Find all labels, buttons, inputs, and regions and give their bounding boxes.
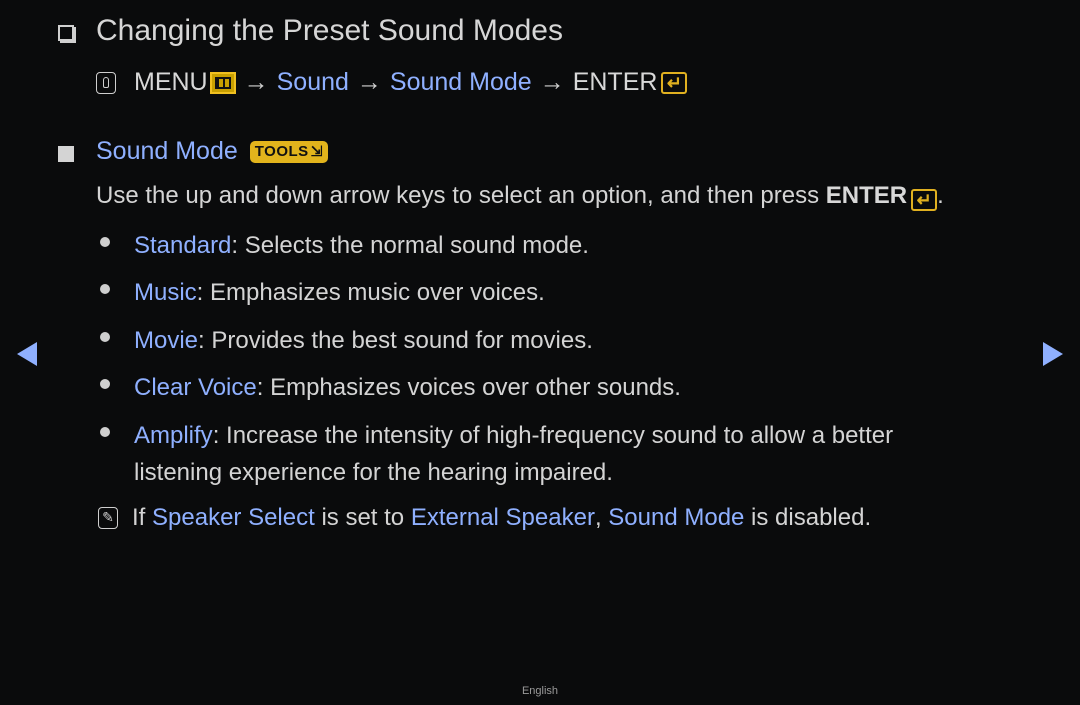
menu-icon <box>209 71 236 94</box>
section-title: Sound Mode <box>96 137 238 165</box>
option-name[interactable]: Movie <box>134 327 198 354</box>
bullet-icon <box>100 427 110 437</box>
note-if: If <box>132 504 153 531</box>
note: ✎ If Speaker Select is set to External S… <box>98 504 871 532</box>
option-item: Music: Emphasizes music over voices. <box>100 274 980 311</box>
path-sound-link[interactable]: Sound <box>277 68 349 97</box>
speaker-select-link[interactable]: Speaker Select <box>152 504 315 532</box>
option-desc: : Selects the normal sound mode. <box>231 232 589 259</box>
note-comma: , <box>594 504 609 531</box>
path-sound-mode-link[interactable]: Sound Mode <box>390 68 532 97</box>
bullet-icon <box>100 379 110 389</box>
bullet-icon <box>100 332 110 342</box>
enter-label: ENTER <box>572 68 658 96</box>
external-speaker-link[interactable]: External Speaker <box>411 504 595 532</box>
arrow-1: → <box>243 68 269 96</box>
enter-icon: ↵ <box>661 71 688 94</box>
language-label: English <box>521 685 559 697</box>
section-square-icon <box>58 146 74 162</box>
option-item: Amplify: Increase the intensity of high-… <box>100 417 950 491</box>
instruction-enter: ENTER <box>825 182 908 209</box>
sound-mode-link[interactable]: Sound Mode <box>608 504 744 532</box>
arrow-3: → <box>539 68 565 96</box>
instruction-body: Use the up and down arrow keys to select… <box>96 182 826 209</box>
previous-page-arrow-icon[interactable] <box>17 342 37 366</box>
option-item: Standard: Selects the normal sound mode. <box>100 227 980 264</box>
next-page-arrow-icon[interactable] <box>1043 342 1063 366</box>
menu-path: MENU → Sound → Sound Mode → ENTER ↵ <box>96 68 688 97</box>
option-item: Movie: Provides the best sound for movie… <box>100 322 980 359</box>
title-checkbox-icon <box>58 25 74 41</box>
instruction-text: Use the up and down arrow keys to select… <box>96 182 944 211</box>
option-item: Clear Voice: Emphasizes voices over othe… <box>100 369 980 406</box>
bullet-icon <box>100 284 110 294</box>
note-disabled: is disabled. <box>744 504 872 531</box>
option-name[interactable]: Music <box>134 279 197 306</box>
arrow-2: → <box>356 68 382 96</box>
menu-label: MENU <box>134 68 208 96</box>
option-desc: : Emphasizes voices over other sounds. <box>256 374 681 401</box>
hand-icon <box>96 71 116 94</box>
enter-icon: ↵ <box>911 189 938 211</box>
note-is-set-to: is set to <box>314 504 411 531</box>
section-heading: Sound Mode TOOLS ⇲ <box>96 137 328 166</box>
instruction-end: . <box>937 182 944 209</box>
bullet-icon <box>100 237 110 247</box>
option-name[interactable]: Amplify <box>134 422 213 449</box>
option-name[interactable]: Clear Voice <box>134 374 257 401</box>
option-desc: : Provides the best sound for movies. <box>198 327 593 354</box>
tools-icon: ⇲ <box>310 143 323 159</box>
note-icon: ✎ <box>98 507 118 529</box>
tools-badge: TOOLS ⇲ <box>249 140 328 163</box>
option-desc: : Increase the intensity of high-frequen… <box>134 422 894 486</box>
page-title: Changing the Preset Sound Modes <box>96 14 563 47</box>
tools-label: TOOLS <box>254 143 309 160</box>
option-desc: : Emphasizes music over voices. <box>196 279 545 306</box>
option-name[interactable]: Standard <box>134 232 231 259</box>
